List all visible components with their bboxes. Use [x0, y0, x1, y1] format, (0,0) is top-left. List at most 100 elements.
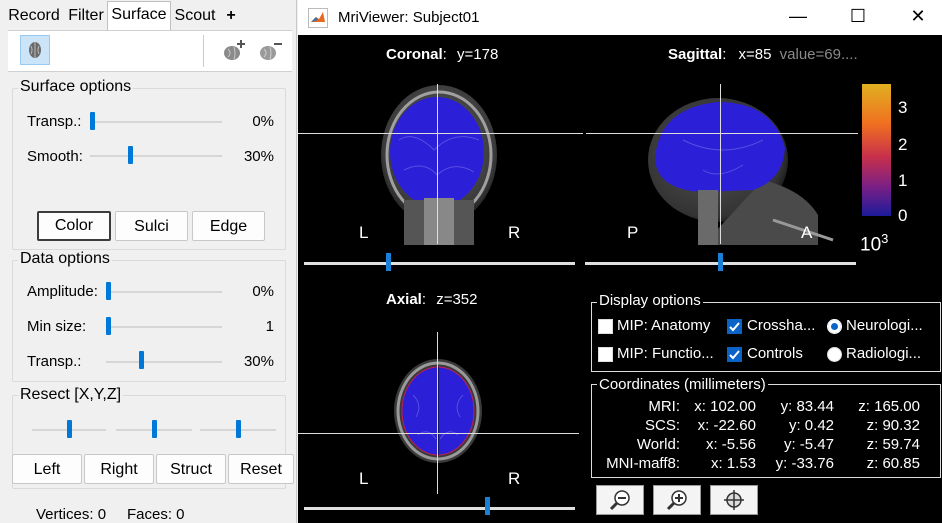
window-titlebar: MriViewer: Subject01 — ☐ ✕: [298, 0, 942, 35]
controls-checkbox[interactable]: [727, 347, 742, 362]
zoom-out-icon: [609, 490, 630, 511]
add-surface-icon[interactable]: [220, 37, 248, 65]
colorbar-exponent-power: 3: [881, 231, 889, 246]
coord-mni-x: x: 1.53: [710, 455, 756, 472]
coord-scs-z: z: 90.32: [866, 417, 920, 434]
surface-options-title: Surface options: [18, 78, 134, 96]
coord-mni-z: z: 60.85: [866, 455, 920, 472]
amplitude-slider-thumb[interactable]: [106, 282, 111, 300]
coronal-slice-slider-thumb[interactable]: [386, 253, 391, 271]
surface-transp-value: 0%: [252, 113, 274, 130]
colon: :: [442, 46, 447, 63]
colorbar-tick-2: 2: [898, 135, 908, 154]
colon: :: [421, 291, 427, 308]
coordinates-title: Coordinates (millimeters): [597, 376, 768, 393]
coronal-left-label: L: [359, 223, 369, 242]
mip-functional-label: MIP: Functio...: [617, 345, 714, 362]
smooth-value: 30%: [243, 148, 274, 165]
coord-mri-x: x: 102.00: [694, 398, 756, 415]
surface-transp-slider[interactable]: [90, 121, 222, 123]
min-size-slider[interactable]: [106, 326, 222, 328]
resect-right-button[interactable]: Right: [84, 454, 154, 484]
faces-count: Faces: 0: [127, 506, 185, 523]
mip-anatomy-label: MIP: Anatomy: [617, 317, 711, 334]
sagittal-coord: x=85: [738, 46, 772, 63]
coronal-slice-image[interactable]: [374, 80, 504, 245]
sagittal-slice-image[interactable]: [643, 80, 853, 245]
data-transp-label: Transp.:: [27, 353, 82, 370]
resect-struct-button[interactable]: Struct: [156, 454, 226, 484]
tab-scout[interactable]: Scout: [172, 3, 218, 29]
axial-slice-slider-thumb[interactable]: [485, 497, 490, 515]
sagittal-posterior-label: P: [627, 223, 639, 242]
zoom-out-button[interactable]: [596, 485, 644, 515]
coronal-slice-slider[interactable]: [304, 262, 575, 265]
amplitude-slider[interactable]: [106, 291, 222, 293]
sagittal-header: Sagittal: x=85 value=69....: [668, 46, 858, 63]
smooth-slider-thumb[interactable]: [128, 146, 133, 164]
smooth-label: Smooth:: [27, 148, 83, 165]
maximize-icon[interactable]: ☐: [838, 6, 878, 27]
data-transp-slider-thumb[interactable]: [139, 351, 144, 369]
edge-button[interactable]: Edge: [192, 211, 265, 241]
resect-left-button[interactable]: Left: [12, 454, 82, 484]
colorbar-tick-3: 3: [898, 98, 908, 117]
tab-record[interactable]: Record: [4, 3, 64, 29]
crosshair-center-icon: [724, 490, 744, 510]
sagittal-crosshair-horizontal: [586, 133, 858, 134]
surface-transp-slider-thumb[interactable]: [90, 112, 95, 130]
add-tab-button[interactable]: +: [220, 3, 242, 29]
checkmark-icon: [729, 322, 740, 332]
amplitude-value: 0%: [252, 283, 274, 300]
neurological-radio[interactable]: [827, 319, 842, 334]
min-size-slider-thumb[interactable]: [106, 317, 111, 335]
colorbar-tick-1: 1: [898, 171, 908, 190]
coord-scs-y: y: 0.42: [788, 417, 834, 434]
color-button[interactable]: Color: [37, 211, 111, 241]
axial-slice-image[interactable]: [388, 355, 488, 465]
coord-mri-z: z: 165.00: [858, 398, 920, 415]
smooth-slider[interactable]: [90, 155, 222, 157]
zoom-in-button[interactable]: [653, 485, 701, 515]
radiological-label: Radiologi...: [846, 345, 922, 362]
axial-crosshair-vertical: [437, 332, 438, 494]
close-icon[interactable]: ✕: [898, 6, 938, 27]
mri-viewer-window: MriViewer: Subject01 — ☐ ✕ Coronal: y=17…: [298, 0, 942, 523]
amplitude-label: Amplitude:: [27, 283, 98, 300]
mip-functional-checkbox[interactable]: [598, 347, 613, 362]
colorbar: [862, 84, 891, 216]
toolbar-divider: [203, 35, 204, 67]
coord-mni-y: y: -33.76: [775, 455, 834, 472]
surface-select-button[interactable]: [20, 35, 50, 65]
tab-filter[interactable]: Filter: [66, 3, 106, 29]
mip-anatomy-checkbox[interactable]: [598, 319, 613, 334]
neurological-label: Neurologi...: [846, 317, 923, 334]
coord-mni-label: MNI-maff8:: [606, 455, 680, 472]
sagittal-value: value=69....: [779, 46, 858, 63]
tab-surface[interactable]: Surface: [107, 1, 171, 30]
surface-toolbar: [8, 30, 292, 72]
resect-reset-button[interactable]: Reset: [228, 454, 294, 484]
crosshair-checkbox[interactable]: [727, 319, 742, 334]
brainstorm-panel: Record Filter Surface Scout + Surface op…: [0, 0, 297, 523]
resect-y-slider-thumb[interactable]: [152, 420, 157, 438]
coord-mri-y: y: 83.44: [780, 398, 834, 415]
sagittal-slice-slider-thumb[interactable]: [718, 253, 723, 271]
remove-surface-icon[interactable]: [256, 37, 284, 65]
data-options-title: Data options: [18, 250, 112, 268]
axial-header: Axial: z=352: [386, 291, 478, 308]
axial-slice-slider[interactable]: [304, 507, 575, 510]
zoom-in-icon: [666, 490, 687, 511]
crosshair-label: Crossha...: [747, 317, 816, 334]
surface-transp-label: Transp.:: [27, 113, 82, 130]
resect-x-slider-thumb[interactable]: [67, 420, 72, 438]
sagittal-view-name: Sagittal: [668, 46, 723, 63]
axial-view-name: Axial: [386, 291, 422, 308]
resect-z-slider-thumb[interactable]: [236, 420, 241, 438]
data-transp-slider[interactable]: [106, 361, 222, 363]
center-view-button[interactable]: [710, 485, 758, 515]
radiological-radio[interactable]: [827, 347, 842, 362]
sulci-button[interactable]: Sulci: [115, 211, 188, 241]
minimize-icon[interactable]: —: [778, 6, 818, 27]
data-transp-value: 30%: [243, 353, 274, 370]
